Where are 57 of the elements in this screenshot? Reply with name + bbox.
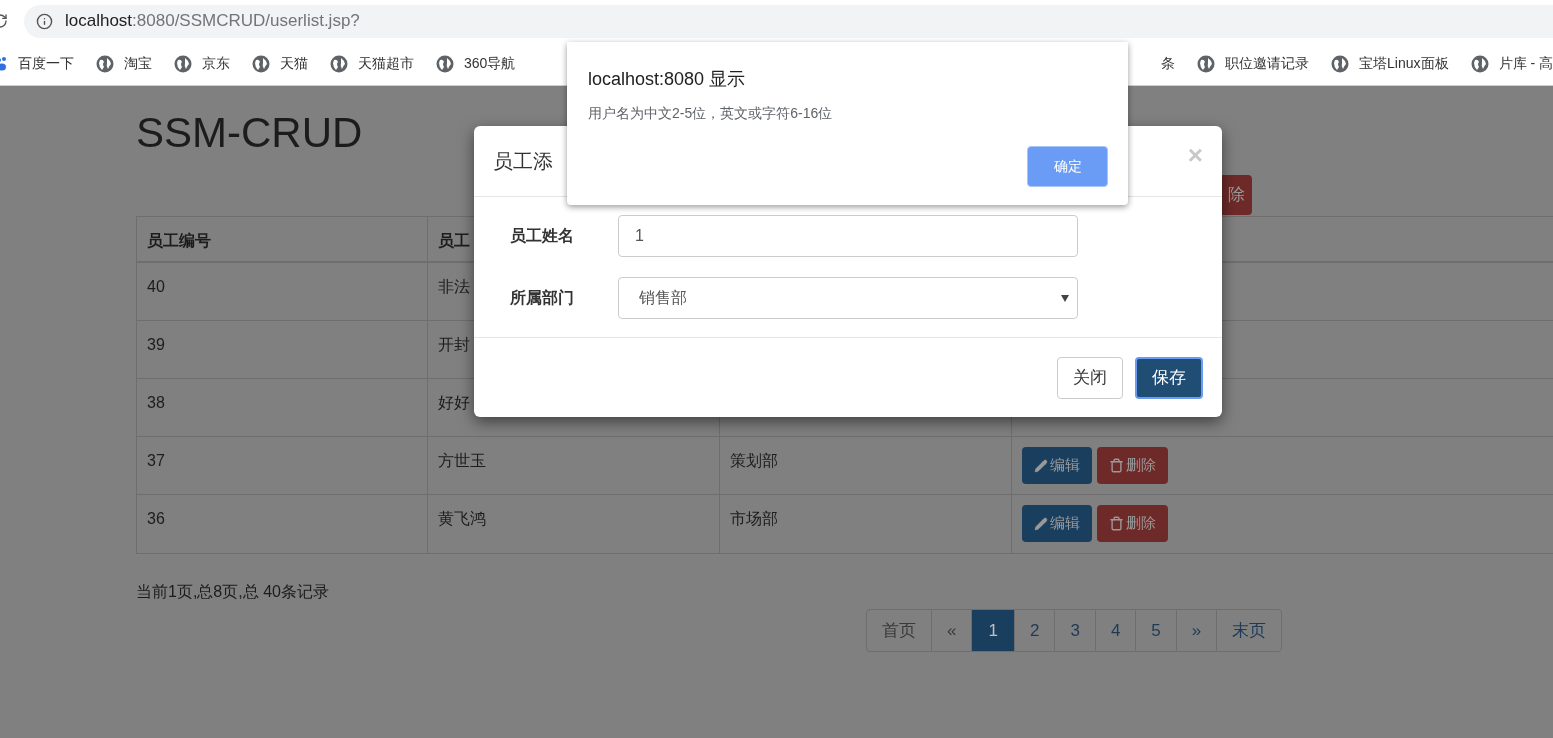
- globe-icon: [1470, 54, 1489, 73]
- pencil-icon: [1034, 458, 1048, 473]
- delete-button[interactable]: 删除: [1097, 505, 1168, 542]
- bookmark-link[interactable]: 天猫超市: [358, 53, 414, 74]
- table-cell: 36: [147, 510, 165, 527]
- url-text: localhost:8080/SSMCRUD/userlist.jsp?: [65, 10, 360, 33]
- delete-button[interactable]: 删除: [1097, 447, 1168, 484]
- globe-icon: [1331, 54, 1350, 73]
- dropdown-caret-icon: [1061, 294, 1069, 302]
- page-title: SSM-CRUD: [136, 112, 363, 154]
- trash-icon: [1109, 458, 1124, 473]
- name-input[interactable]: 1: [618, 215, 1078, 257]
- table-cell: 方世玉: [438, 452, 486, 469]
- alert-message: 用户名为中文2-5位，英文或字符6-16位: [588, 104, 834, 123]
- bookmark-link[interactable]: 淘宝: [124, 53, 152, 74]
- globe-icon: [252, 54, 270, 73]
- info-icon: [36, 12, 53, 30]
- globe-icon: [96, 54, 114, 73]
- table-cell: 策划部: [730, 452, 778, 469]
- alert-title: localhost:8080 显示: [588, 68, 747, 91]
- table-cell: 开封: [438, 336, 470, 353]
- close-dialog-button[interactable]: 关闭: [1057, 356, 1123, 399]
- pencil-icon: [1034, 516, 1048, 531]
- bookmark-link[interactable]: 天猫: [280, 53, 308, 74]
- department-select[interactable]: 销售部: [618, 277, 1078, 319]
- page-link[interactable]: 1: [971, 609, 1015, 652]
- save-button[interactable]: 保存: [1135, 356, 1203, 399]
- field-label: 员工姓名: [509, 226, 575, 246]
- globe-icon: [330, 54, 348, 73]
- paw-icon: [0, 55, 8, 72]
- table-cell: 非法: [438, 278, 470, 295]
- field-label: 所属部门: [509, 288, 575, 308]
- edit-button[interactable]: 编辑: [1022, 447, 1092, 484]
- table-cell: 好好: [438, 394, 470, 411]
- records-summary: 当前1页,总8页,总 40条记录: [136, 582, 330, 602]
- table-cell: 38: [147, 394, 165, 411]
- trash-icon: [1109, 516, 1124, 531]
- table-cell: 市场部: [730, 510, 778, 527]
- table-cell: 黄飞鸿: [438, 510, 486, 527]
- bookmark-link[interactable]: 片库 - 高: [1498, 53, 1553, 74]
- bookmark-link[interactable]: 宝塔Linux面板: [1359, 53, 1449, 74]
- column-header: 员工: [438, 232, 470, 249]
- column-header: 员工编号: [147, 232, 211, 249]
- address-bar[interactable]: localhost:8080/SSMCRUD/userlist.jsp?: [24, 4, 1553, 38]
- globe-icon: [436, 54, 454, 73]
- table-cell: 37: [147, 452, 165, 469]
- modal-title: 员工添: [493, 149, 553, 174]
- bookmark-link[interactable]: 条: [1161, 53, 1176, 74]
- globe-icon: [1197, 54, 1216, 73]
- bookmark-link[interactable]: 职位邀请记录: [1225, 53, 1310, 74]
- bookmark-link[interactable]: 360导航: [464, 53, 516, 74]
- globe-icon: [174, 54, 192, 73]
- table-cell: 40: [147, 278, 165, 295]
- bookmark-link[interactable]: 百度一下: [18, 53, 74, 74]
- edit-button[interactable]: 编辑: [1022, 505, 1092, 542]
- table-cell: 39: [147, 336, 165, 353]
- bookmark-link[interactable]: 京东: [202, 53, 230, 74]
